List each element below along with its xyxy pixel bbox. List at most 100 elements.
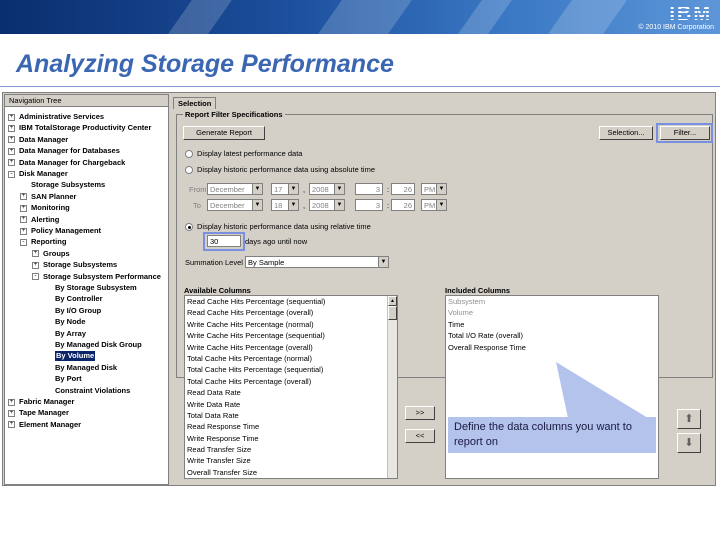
tree-item[interactable]: By Volume [55, 351, 96, 362]
from-comma: , [303, 185, 306, 194]
available-column-item[interactable]: Write Transfer Size [185, 455, 397, 466]
chevron-down-icon: ▼ [252, 200, 262, 210]
available-columns-list[interactable]: Read Cache Hits Percentage (sequential) R… [184, 295, 398, 479]
expand-icon[interactable]: + [8, 136, 15, 144]
tree-item[interactable]: Constraint Violations [55, 386, 130, 396]
from-month-select[interactable]: December ▼ [207, 183, 263, 195]
tree-item[interactable]: By Array [55, 329, 86, 339]
available-column-item[interactable]: Overall Transfer Size [185, 467, 397, 478]
included-column-item[interactable]: Time [446, 319, 658, 330]
from-minute-field[interactable]: 26 [391, 183, 415, 195]
expand-icon[interactable]: + [20, 193, 27, 201]
tree-item[interactable]: Data Manager for Chargeback [19, 158, 125, 168]
expand-icon[interactable]: + [8, 398, 15, 406]
tree-item[interactable]: By Controller [55, 294, 103, 304]
tree-item[interactable]: Disk Manager [19, 169, 68, 179]
included-column-item[interactable]: Overall Response Time [446, 342, 658, 353]
from-year-select[interactable]: 2008 ▼ [309, 183, 345, 195]
expand-icon[interactable]: + [20, 227, 27, 235]
selection-button[interactable]: Selection... [599, 126, 653, 140]
tree-item[interactable]: By Managed Disk [55, 363, 117, 373]
available-column-item[interactable]: Write Cache Hits Percentage (normal) [185, 319, 397, 330]
collapse-icon[interactable]: - [20, 238, 27, 246]
collapse-icon[interactable]: - [8, 170, 15, 178]
expand-icon[interactable]: + [8, 159, 15, 167]
radio-absolute[interactable] [185, 166, 193, 174]
expand-icon[interactable]: + [8, 147, 15, 155]
scroll-thumb[interactable] [388, 306, 397, 320]
available-column-item[interactable]: Read Cache Hits Percentage (overall) [185, 307, 397, 318]
tree-item[interactable]: By Managed Disk Group [55, 340, 142, 350]
tree-item[interactable]: Storage Subsystem Performance [43, 272, 161, 282]
expand-icon[interactable]: + [8, 409, 15, 417]
available-column-item[interactable]: Write Cache Hits Percentage (overall) [185, 342, 397, 353]
from-day-select[interactable]: 17 ▼ [271, 183, 299, 195]
tree-item[interactable]: Administrative Services [19, 112, 104, 122]
available-column-item[interactable]: Write Data Rate [185, 399, 397, 410]
add-column-button[interactable]: >> [405, 406, 435, 420]
filter-button[interactable]: Filter... [660, 126, 710, 140]
to-year-select[interactable]: 2008 ▼ [309, 199, 345, 211]
expand-icon[interactable]: + [32, 261, 39, 269]
tree-item[interactable]: By Storage Subsystem [55, 283, 137, 293]
to-hour-field[interactable]: 3 [355, 199, 383, 211]
generate-report-button[interactable]: Generate Report [183, 126, 265, 140]
navigation-tree: Navigation Tree + Administrative Services… [4, 94, 169, 485]
tree-item[interactable]: Reporting [31, 237, 66, 247]
move-down-button[interactable]: ⬇ [677, 433, 701, 453]
tree-item[interactable]: IBM TotalStorage Productivity Center [19, 123, 151, 133]
tree-item[interactable]: Storage Subsystems [43, 260, 117, 270]
tree-item[interactable]: SAN Planner [31, 192, 76, 202]
available-column-item[interactable]: Read Response Time [185, 421, 397, 432]
radio-latest[interactable] [185, 150, 193, 158]
available-column-item[interactable]: Total Data Rate [185, 410, 397, 421]
included-column-item[interactable]: Volume [446, 307, 658, 318]
tree-item[interactable]: Storage Subsystems [31, 180, 105, 190]
to-ampm-select[interactable]: PM ▼ [421, 199, 447, 211]
tree-item[interactable]: By Node [55, 317, 85, 327]
to-month-select[interactable]: December ▼ [207, 199, 263, 211]
tree-item[interactable]: Alerting [31, 215, 59, 225]
expand-icon[interactable]: + [20, 204, 27, 212]
ibm-logo: IBM [669, 3, 712, 25]
scroll-up-icon[interactable]: ▲ [388, 296, 397, 306]
move-up-button[interactable]: ⬆ [677, 409, 701, 429]
available-column-item[interactable]: Read Transfer Size [185, 444, 397, 455]
available-column-item[interactable]: Read Cache Hits Percentage (sequential) [185, 296, 397, 307]
tree-item[interactable]: Tape Manager [19, 408, 69, 418]
summation-level-select[interactable]: By Sample ▼ [245, 256, 389, 268]
days-input[interactable]: 30 [207, 235, 241, 247]
tree-item[interactable]: Data Manager for Databases [19, 146, 120, 156]
remove-column-button[interactable]: << [405, 429, 435, 443]
tree-item[interactable]: Data Manager [19, 135, 68, 145]
tree-item[interactable]: Groups [43, 249, 70, 259]
tree-item[interactable]: Policy Management [31, 226, 101, 236]
available-column-item[interactable]: Read Data Rate [185, 387, 397, 398]
available-column-item[interactable]: Total Cache Hits Percentage (normal) [185, 353, 397, 364]
to-minute-field[interactable]: 26 [391, 199, 415, 211]
available-column-item[interactable]: Write Cache Hits Percentage (sequential) [185, 330, 397, 341]
from-hour-field[interactable]: 3 [355, 183, 383, 195]
tree-item[interactable]: Fabric Manager [19, 397, 74, 407]
tree-item[interactable]: Element Manager [19, 420, 81, 430]
radio-relative[interactable] [185, 223, 193, 231]
available-column-item[interactable]: Write Response Time [185, 433, 397, 444]
available-columns-scrollbar[interactable]: ▲ [387, 296, 397, 478]
tree-item[interactable]: Monitoring [31, 203, 70, 213]
tree-item[interactable]: By Port [55, 374, 82, 384]
expand-icon[interactable]: + [8, 113, 15, 121]
included-column-item[interactable]: Total I/O Rate (overall) [446, 330, 658, 341]
to-day-select[interactable]: 18 ▼ [271, 199, 299, 211]
tab-selection[interactable]: Selection [173, 97, 217, 109]
expand-icon[interactable]: + [8, 421, 15, 429]
tree-item[interactable]: By I/O Group [55, 306, 101, 316]
available-column-item[interactable]: Total Cache Hits Percentage (overall) [185, 376, 397, 387]
from-ampm-select[interactable]: PM ▼ [421, 183, 447, 195]
expand-icon[interactable]: + [32, 250, 39, 258]
expand-icon[interactable]: + [8, 124, 15, 132]
collapse-icon[interactable]: - [32, 273, 39, 281]
expand-icon[interactable]: + [20, 216, 27, 224]
included-column-item[interactable]: Subsystem [446, 296, 658, 307]
to-label: To [193, 201, 201, 210]
available-column-item[interactable]: Total Cache Hits Percentage (sequential) [185, 364, 397, 375]
